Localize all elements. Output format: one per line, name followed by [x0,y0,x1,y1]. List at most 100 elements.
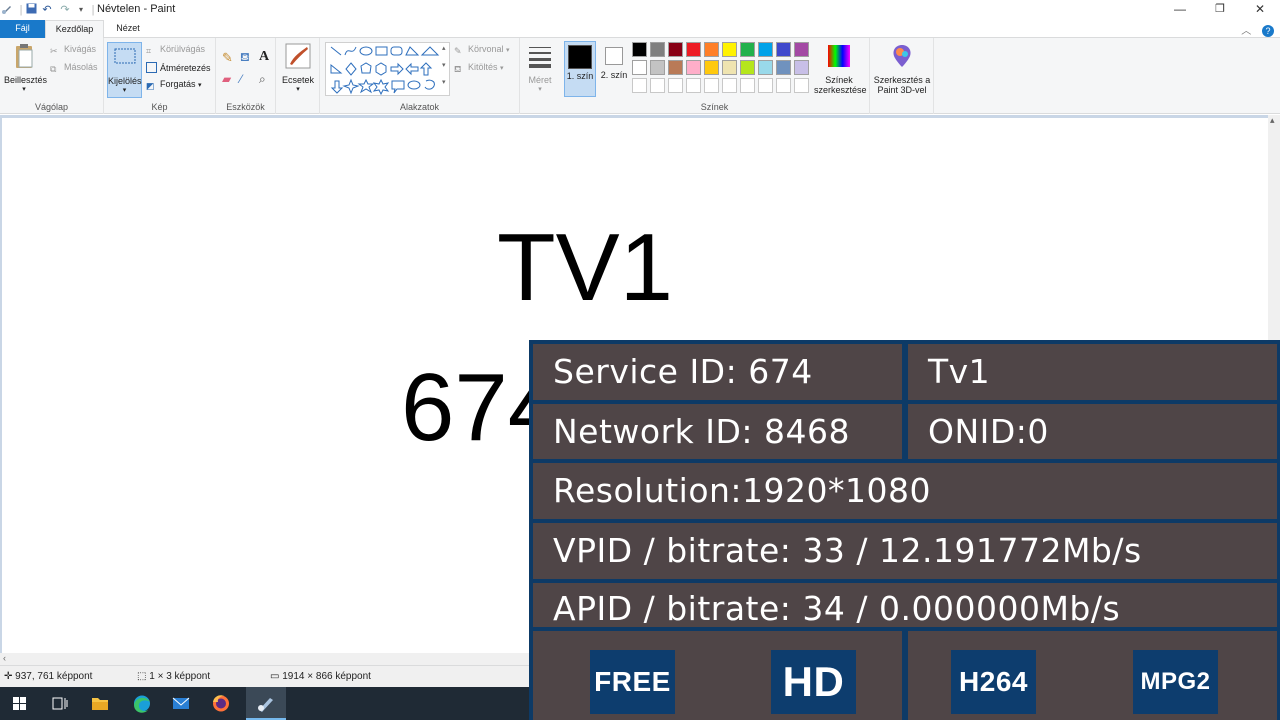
palette-swatch[interactable] [740,60,755,75]
text-tool-icon[interactable]: A [259,49,269,65]
eraser-icon[interactable]: ▰ [222,72,231,86]
paint3d-icon [893,45,911,67]
save-icon[interactable] [24,3,38,17]
palette-swatch[interactable] [686,42,701,57]
cut-button[interactable]: ✂ Kivágás [50,44,96,57]
palette-swatch[interactable] [668,60,683,75]
palette-swatch[interactable] [704,78,719,93]
palette-swatch[interactable] [704,42,719,57]
shapes-gallery[interactable] [325,42,450,96]
palette-swatch[interactable] [776,60,791,75]
size-button[interactable]: Méret ▾ [524,42,556,93]
palette-swatch[interactable] [740,42,755,57]
badges-right-cell: H264 MPG2 [908,631,1277,720]
palette-swatch[interactable] [686,60,701,75]
palette-swatch[interactable] [632,60,647,75]
shapes-scroll-down-icon[interactable]: ▾ [442,61,446,69]
color1-label: 1. szín [566,71,594,81]
palette-swatch[interactable] [758,60,773,75]
group-label: Eszközök [226,102,265,112]
shapes-gallery-icons [330,46,440,96]
paint-app-icon[interactable] [0,3,14,17]
image-size-icon: ▭ [270,671,280,682]
help-icon[interactable]: ? [1262,25,1274,37]
palette-swatch[interactable] [632,42,647,57]
outline-dropdown-icon: ▾ [506,47,510,54]
palette-swatch[interactable] [758,78,773,93]
collapse-ribbon-icon[interactable]: ︿ [1241,26,1251,37]
group-brushes[interactable]: Ecsetek ▾ [276,38,320,114]
palette-swatch[interactable] [650,78,665,93]
palette-swatch[interactable] [632,78,647,93]
edge-icon[interactable] [120,687,160,720]
palette-swatch[interactable] [686,78,701,93]
resize-button[interactable]: Átméretezés [146,62,211,73]
fill-bucket-icon[interactable]: ⛾ [240,50,250,66]
select-button[interactable]: Kijelölés ▾ [107,42,142,98]
outline-label: Körvonal [468,44,504,54]
ribbon-controls: ︿ ? [1241,22,1274,37]
palette-swatch[interactable] [668,78,683,93]
paint3d-button[interactable]: Szerkesztés a Paint 3D-vel [872,42,932,95]
crop-button[interactable]: ⌗ Körülvágás [146,44,205,57]
palette-swatch[interactable] [650,60,665,75]
paint-icon[interactable] [246,687,286,720]
palette-swatch[interactable] [740,78,755,93]
color2-label: 2. szín [600,70,628,80]
maximize-button[interactable]: ❐ [1200,0,1240,20]
pencil-icon[interactable]: ✎ [222,50,233,66]
undo-icon[interactable]: ↶ [40,3,54,17]
copy-button[interactable]: ⧉ Másolás [50,62,98,75]
mail-icon[interactable] [160,687,200,720]
select-dropdown-icon[interactable]: ▾ [108,86,141,94]
color1-button[interactable]: 1. szín [564,41,596,97]
paste-dropdown-icon[interactable]: ▾ [4,85,44,93]
close-button[interactable]: ✕ [1240,0,1280,20]
palette-swatch[interactable] [758,42,773,57]
canvas-text-tv1: TV1 [497,214,674,321]
edit-colors-button[interactable]: Színek szerkesztése [814,42,867,95]
channel-name-cell: Tv1 [908,344,1277,400]
selection-icon: ⬚ [137,671,147,682]
task-view-icon[interactable] [40,687,80,720]
paste-button[interactable]: Beillesztés ▾ [4,42,47,93]
palette-swatch[interactable] [650,42,665,57]
color-spectrum-icon [828,45,850,67]
shapes-expand-icon[interactable]: ▾ [442,78,446,86]
tab-view[interactable]: Nézet [104,20,152,38]
paint3d-label: Szerkesztés a Paint 3D-vel [873,75,931,95]
tab-file[interactable]: Fájl [0,20,45,38]
brushes-button[interactable]: Ecsetek ▾ [280,42,316,93]
color-picker-icon[interactable]: ⁄ [240,72,242,86]
color2-button[interactable]: 2. szín [600,41,628,97]
fill-button[interactable]: ⛾ Kitöltés ▾ [454,62,504,75]
palette-swatch[interactable] [776,78,791,93]
palette-swatch[interactable] [668,42,683,57]
palette-swatch[interactable] [722,60,737,75]
fill-label: Kitöltés [468,62,498,72]
file-explorer-icon[interactable] [80,687,120,720]
scissors-icon: ✂ [50,46,58,56]
magnifier-icon[interactable]: ⌕ [259,72,266,87]
rotate-button[interactable]: ◩ Forgatás ▾ [146,79,202,92]
redo-icon[interactable]: ↷ [58,3,72,17]
scroll-left-icon[interactable]: ‹ [3,653,6,663]
shapes-scroll-up-icon[interactable]: ▴ [442,44,446,52]
palette-swatch[interactable] [722,42,737,57]
palette-swatch[interactable] [794,60,809,75]
color2-swatch [605,47,623,65]
windows-start-icon[interactable] [0,687,40,720]
palette-swatch[interactable] [794,78,809,93]
group-label: Kép [151,102,168,112]
palette-swatch[interactable] [722,78,737,93]
palette-swatch[interactable] [794,42,809,57]
brushes-dropdown-icon: ▾ [296,86,300,93]
scroll-up-icon[interactable]: ▴ [1270,115,1275,126]
palette-swatch[interactable] [776,42,791,57]
cut-label: Kivágás [64,44,97,54]
palette-swatch[interactable] [704,60,719,75]
firefox-icon[interactable] [200,687,240,720]
outline-button[interactable]: ✎ Körvonal ▾ [454,44,510,57]
tab-home[interactable]: Kezdőlap [45,20,104,38]
minimize-button[interactable]: — [1160,0,1200,20]
